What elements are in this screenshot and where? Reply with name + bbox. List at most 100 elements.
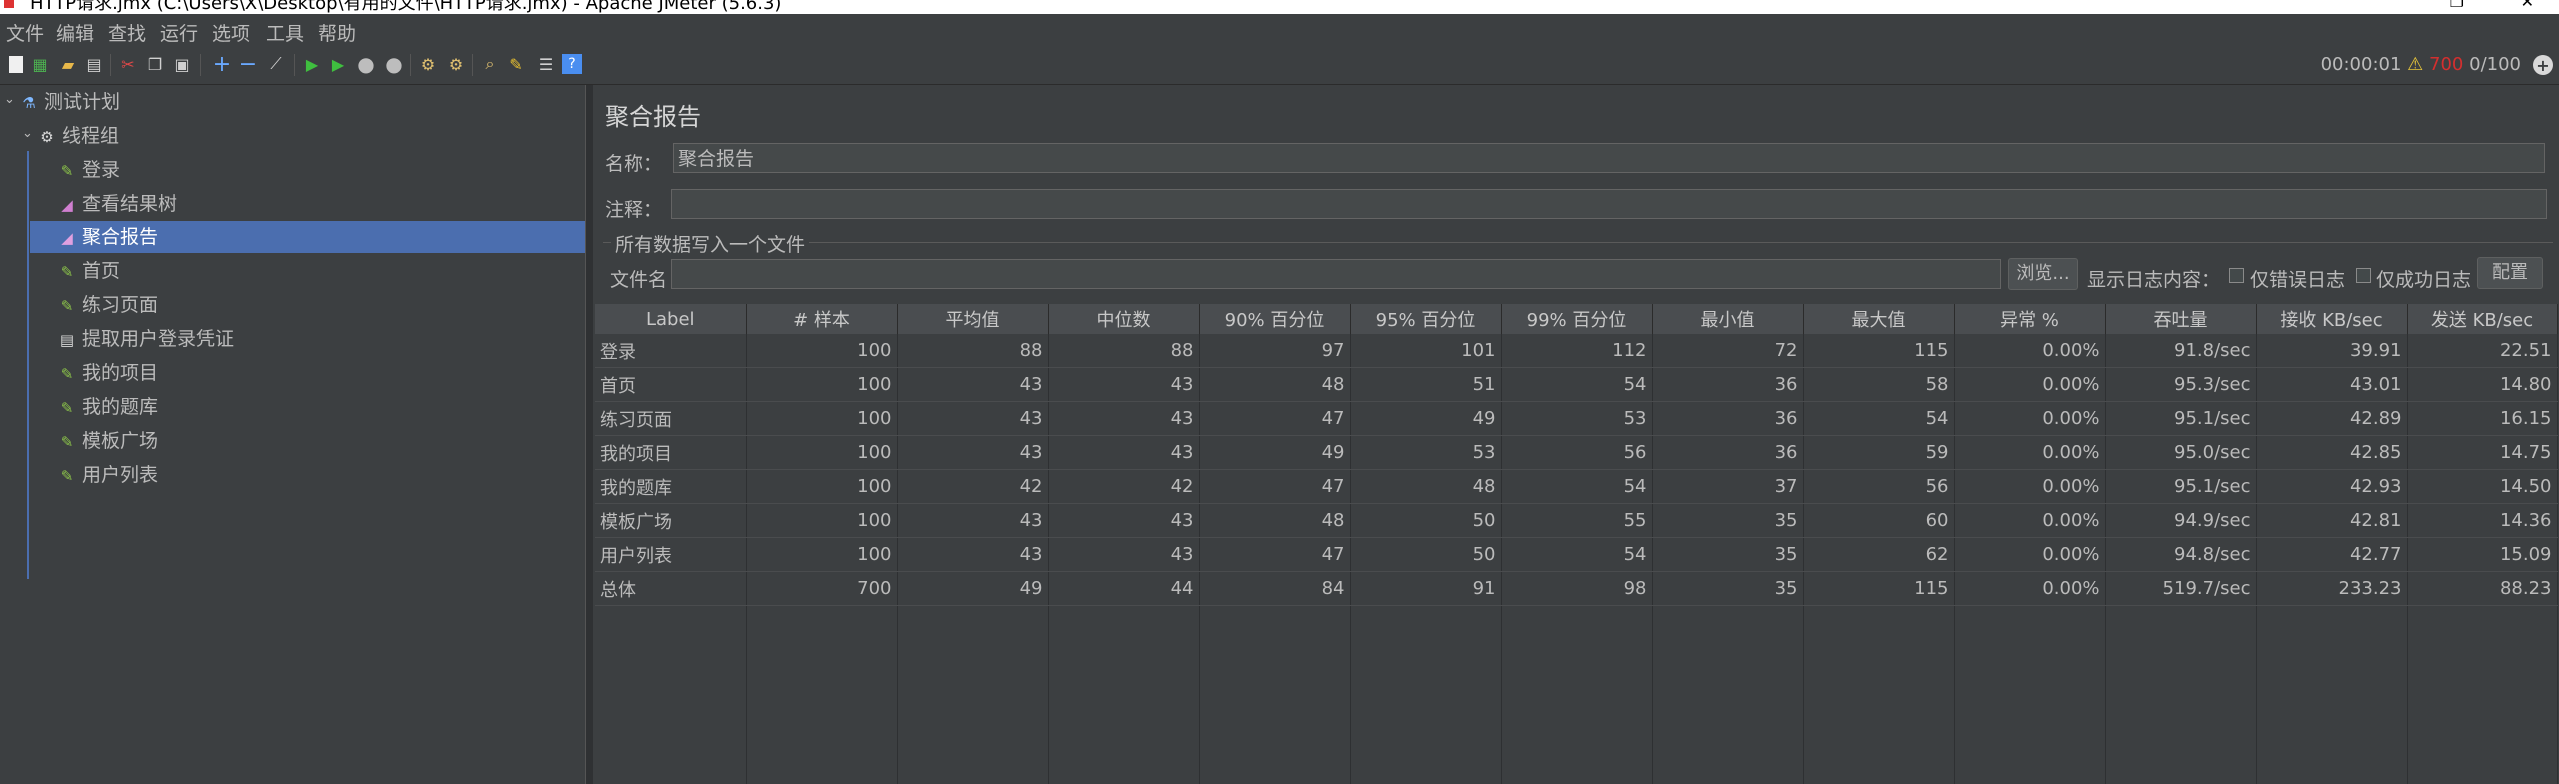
- errors-only-checkbox[interactable]: [2229, 268, 2244, 283]
- split-pane-divider[interactable]: [585, 85, 593, 784]
- table-cell: 53: [1350, 435, 1502, 470]
- column-header[interactable]: 90% 百分位: [1199, 304, 1351, 334]
- expand-all-icon[interactable]: +: [212, 52, 232, 77]
- browse-button[interactable]: 浏览...: [2008, 258, 2078, 290]
- copy-icon[interactable]: ❐: [145, 54, 165, 74]
- sampler-pen-icon: ✎: [60, 433, 74, 451]
- tree-item-aggregate-report[interactable]: ◢ 聚合报告: [30, 221, 585, 253]
- menu-tools[interactable]: 工具: [266, 19, 304, 46]
- paste-icon[interactable]: ▣: [172, 54, 192, 74]
- comment-field[interactable]: [671, 189, 2547, 219]
- chevron-down-icon[interactable]: ⌄: [22, 126, 33, 141]
- templates-icon[interactable]: ▦: [30, 54, 50, 74]
- shutdown-icon[interactable]: ●: [384, 52, 404, 76]
- tree-item-template-plaza[interactable]: ✎ 模板广场: [58, 425, 158, 457]
- sampler-pen-icon: ✎: [60, 297, 74, 315]
- tree-item-my-question-bank[interactable]: ✎ 我的题库: [58, 391, 158, 423]
- column-header[interactable]: 最小值: [1652, 304, 1804, 334]
- table-cell: 100: [746, 537, 898, 572]
- menu-search[interactable]: 查找: [108, 19, 146, 46]
- open-icon[interactable]: ▰: [58, 54, 78, 74]
- column-header[interactable]: 平均值: [897, 304, 1049, 334]
- table-cell: 35: [1652, 571, 1804, 606]
- table-row[interactable]: 模板广场 100 43 43 48 50 55 35 60 0.00% 94.9/sec 42.81 1…: [595, 503, 2558, 538]
- menu-run[interactable]: 运行: [160, 19, 198, 46]
- column-header[interactable]: 吞吐量: [2105, 304, 2257, 334]
- column-header[interactable]: Label: [595, 304, 747, 334]
- menu-edit[interactable]: 编辑: [56, 19, 94, 46]
- test-plan-tree: ⌄ ⚗ 测试计划 ⌄ ⚙ 线程组 ✎ 登录 ◢ 查看结果树 ◢ 聚合报告 ✎ 首页 ✎ 练习页…: [0, 85, 585, 784]
- chevron-down-icon[interactable]: ⌄: [4, 92, 15, 107]
- help-icon[interactable]: ?: [562, 54, 582, 74]
- start-icon[interactable]: ▶: [302, 54, 322, 74]
- menu-help[interactable]: 帮助: [318, 19, 356, 46]
- table-row[interactable]: 总体 700 49 44 84 91 98 35 115 0.00% 519.7/sec 233.23…: [595, 571, 2558, 606]
- flask-icon: ⚗: [22, 94, 36, 112]
- column-header[interactable]: 发送 KB/sec: [2407, 304, 2558, 334]
- restore-window-icon[interactable]: ❐: [2450, 0, 2464, 11]
- name-field[interactable]: 聚合报告: [673, 143, 2545, 173]
- tree-item-result-tree[interactable]: ◢ 查看结果树: [58, 188, 177, 220]
- column-header[interactable]: # 样本: [746, 304, 898, 334]
- table-cell: 43: [897, 503, 1049, 538]
- remote-start-icon[interactable]: +: [2533, 55, 2553, 75]
- toggle-icon[interactable]: ⟋: [266, 54, 286, 74]
- column-header[interactable]: 中位数: [1048, 304, 1200, 334]
- menu-options[interactable]: 选项: [212, 19, 250, 46]
- configure-button[interactable]: 配置: [2477, 257, 2543, 289]
- close-window-icon[interactable]: ✕: [2521, 0, 2534, 11]
- table-cell: 43: [1048, 503, 1200, 538]
- success-only-checkbox[interactable]: [2356, 268, 2371, 283]
- column-header[interactable]: 99% 百分位: [1501, 304, 1653, 334]
- table-row[interactable]: 练习页面 100 43 43 47 49 53 36 54 0.00% 95.1/sec 42.89 1…: [595, 401, 2558, 436]
- column-header[interactable]: 95% 百分位: [1350, 304, 1502, 334]
- column-header[interactable]: 接收 KB/sec: [2256, 304, 2408, 334]
- reset-search-icon[interactable]: ✎: [506, 54, 526, 74]
- table-cell: 95.1/sec: [2105, 469, 2257, 504]
- tree-item-home[interactable]: ✎ 首页: [58, 255, 120, 287]
- tree-item-extract-credential[interactable]: ▤ 提取用户登录凭证: [58, 323, 234, 355]
- new-icon[interactable]: [6, 54, 26, 74]
- table-cell: 0.00%: [1954, 469, 2106, 504]
- table-cell: 0.00%: [1954, 401, 2106, 436]
- table-cell: 我的题库: [595, 469, 747, 504]
- clear-icon[interactable]: ⚙: [418, 54, 438, 74]
- table-row[interactable]: 我的题库 100 42 42 47 48 54 37 56 0.00% 95.1/sec 42.93 1…: [595, 469, 2558, 504]
- tree-test-plan[interactable]: ⚗ 测试计划: [20, 86, 120, 118]
- table-cell: 91: [1350, 571, 1502, 606]
- column-header[interactable]: 最大值: [1803, 304, 1955, 334]
- tree-item-practice[interactable]: ✎ 练习页面: [58, 289, 158, 321]
- table-cell: 36: [1652, 401, 1804, 436]
- warning-icon[interactable]: ⚠: [2407, 54, 2423, 75]
- cut-icon[interactable]: ✂: [118, 54, 138, 74]
- table-cell: 43: [1048, 435, 1200, 470]
- tree-item-user-list[interactable]: ✎ 用户列表: [58, 459, 158, 491]
- table-cell: 用户列表: [595, 537, 747, 572]
- search-icon[interactable]: ⌕: [480, 54, 500, 74]
- function-helper-icon[interactable]: ☰: [536, 54, 556, 74]
- run-status: 00:00:01 ⚠ 700 0/100: [2321, 54, 2521, 75]
- table-row[interactable]: 用户列表 100 43 43 47 50 54 35 62 0.00% 94.8/sec 42.77 1…: [595, 537, 2558, 572]
- close-icon[interactable]: ▤: [84, 54, 104, 74]
- clear-all-icon[interactable]: ⚙: [446, 54, 466, 74]
- table-row[interactable]: 首页 100 43 43 48 51 54 36 58 0.00% 95.3/sec 43.01 14.…: [595, 367, 2558, 402]
- filename-field[interactable]: [671, 259, 2001, 289]
- tree-item-my-projects[interactable]: ✎ 我的项目: [58, 357, 158, 389]
- menu-file[interactable]: 文件: [6, 19, 44, 46]
- table-row[interactable]: 登录 100 88 88 97 101 112 72 115 0.00% 91.8/sec 39.91…: [595, 334, 2558, 368]
- table-row[interactable]: 我的项目 100 43 43 49 53 56 36 59 0.00% 95.0/sec 42.85 1…: [595, 435, 2558, 470]
- start-no-pauses-icon[interactable]: ▶: [328, 54, 348, 74]
- table-empty-cell: [595, 605, 747, 784]
- table-cell: 100: [746, 334, 898, 368]
- table-cell: 60: [1803, 503, 1955, 538]
- tree-item-login[interactable]: ✎ 登录: [58, 154, 120, 186]
- menu-bar: 文件 编辑 查找 运行 选项 工具 帮助: [0, 14, 2559, 48]
- table-cell: 47: [1199, 401, 1351, 436]
- table-empty-cell: [2256, 605, 2408, 784]
- table-cell: 43: [1048, 401, 1200, 436]
- column-header[interactable]: 异常 %: [1954, 304, 2106, 334]
- tree-thread-group[interactable]: ⚙ 线程组: [38, 120, 119, 152]
- collapse-all-icon[interactable]: −: [238, 52, 258, 77]
- file-section-title: 所有数据写入一个文件: [611, 230, 810, 257]
- stop-icon[interactable]: ●: [356, 52, 376, 76]
